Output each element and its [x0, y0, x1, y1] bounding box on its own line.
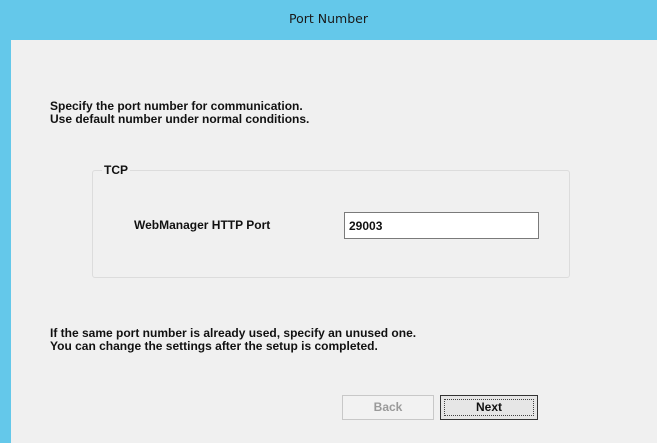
- webmanager-http-port-label: WebManager HTTP Port: [134, 218, 271, 232]
- intro-text: Specify the port number for communicatio…: [50, 100, 309, 126]
- next-button-focus-rect: [444, 399, 534, 416]
- webmanager-http-port-input[interactable]: [344, 212, 539, 239]
- port-number-dialog: Port Number Specify the port number for …: [0, 0, 657, 443]
- tcp-group-legend: TCP: [102, 163, 130, 177]
- intro-line-2: Use default number under normal conditio…: [50, 112, 310, 126]
- notice-text: If the same port number is already used,…: [50, 327, 416, 353]
- notice-line-2: You can change the settings after the se…: [50, 339, 378, 353]
- back-button[interactable]: Back: [342, 395, 434, 420]
- title-bar[interactable]: Port Number: [0, 0, 657, 40]
- next-button[interactable]: Next: [440, 395, 538, 420]
- window-title: Port Number: [289, 11, 368, 26]
